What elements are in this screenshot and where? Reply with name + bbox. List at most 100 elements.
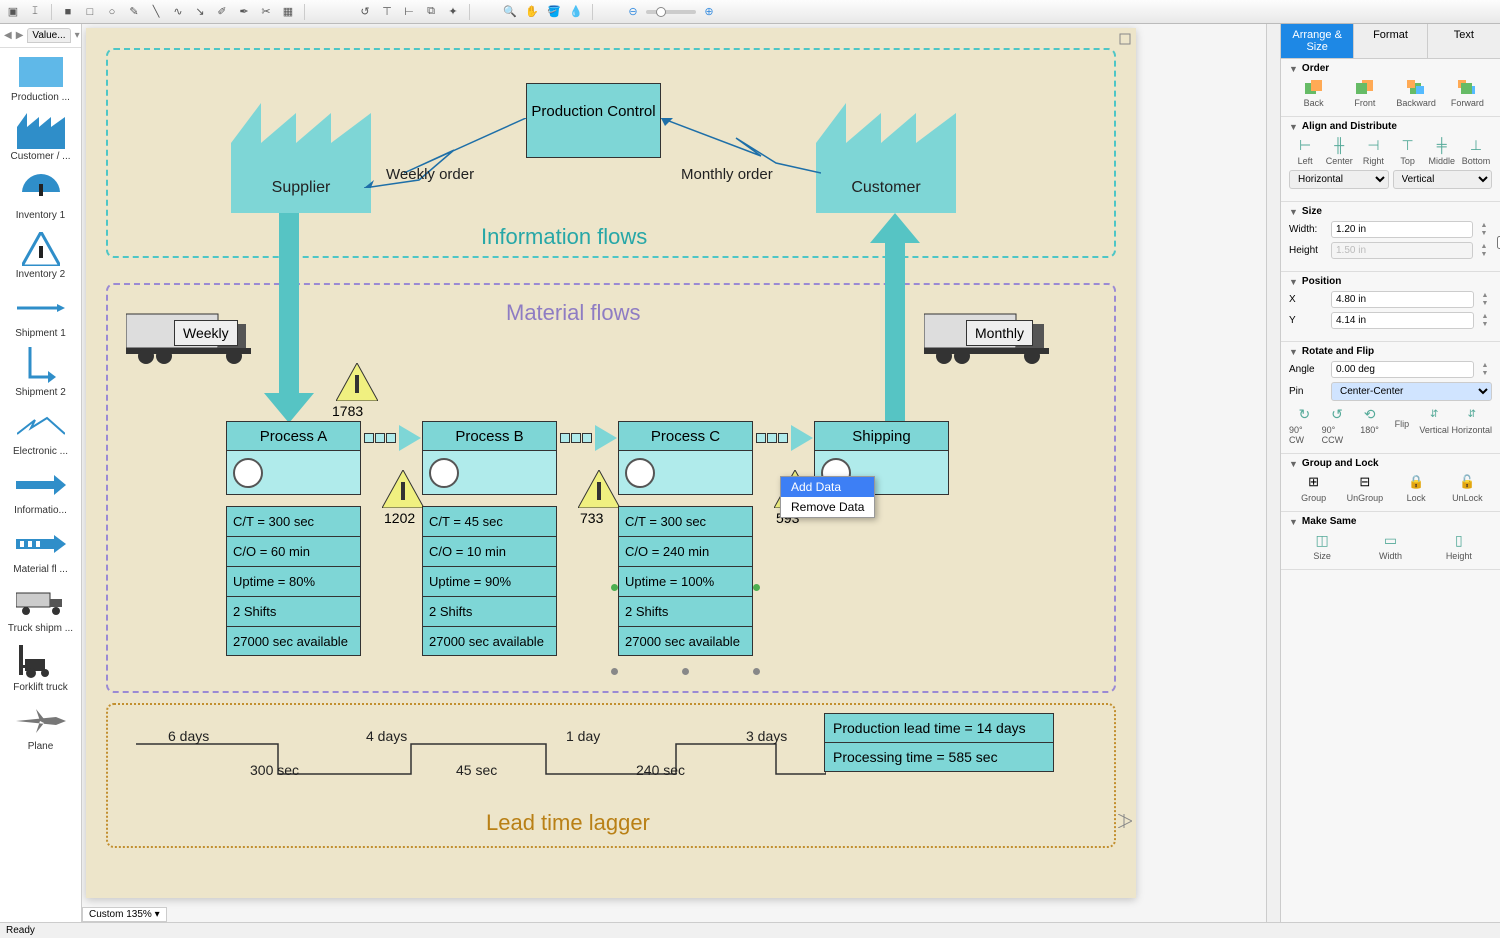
shape-production[interactable]: Production ... <box>4 52 77 103</box>
zoom-slider[interactable] <box>646 10 696 14</box>
btn-center[interactable]: ╫Center <box>1323 136 1355 166</box>
process-b-data[interactable]: C/T = 45 secC/O = 10 minUptime = 90%2 Sh… <box>422 506 557 656</box>
process-process-c[interactable]: Process C <box>618 421 753 495</box>
btn-ungroup[interactable]: ⊟UnGroup <box>1340 473 1389 503</box>
align-left-icon[interactable]: ⊢ <box>400 3 418 21</box>
process-a-data[interactable]: C/T = 300 secC/O = 60 minUptime = 80%2 S… <box>226 506 361 656</box>
tab-arrange[interactable]: Arrange & Size <box>1281 24 1354 58</box>
align-top-icon[interactable]: ⊤ <box>378 3 396 21</box>
highlighter-icon[interactable]: ✐ <box>213 3 231 21</box>
btn-height[interactable]: ▯Height <box>1426 531 1492 561</box>
btn-top[interactable]: ⊤Top <box>1392 136 1424 166</box>
y-input[interactable] <box>1331 312 1474 329</box>
eyedropper-icon[interactable]: 💧 <box>567 3 585 21</box>
canvas-area[interactable]: Information flows Material flows Lead ti… <box>82 24 1266 922</box>
truck-weekly[interactable]: Weekly <box>126 306 256 367</box>
align-horizontal-select[interactable]: Horizontal <box>1289 170 1389 189</box>
menu-remove-data[interactable]: Remove Data <box>781 497 874 517</box>
menu-add-data[interactable]: Add Data <box>781 477 874 497</box>
shape-truck[interactable]: Truck shipm ... <box>4 583 77 634</box>
copy-style-icon[interactable]: ⧉ <box>422 3 440 21</box>
height-input[interactable] <box>1331 242 1473 259</box>
connector-icon[interactable]: ↘ <box>191 3 209 21</box>
shape-inv2[interactable]: Inventory 2 <box>4 229 77 280</box>
production-control-box[interactable]: Production Control <box>526 83 661 158</box>
btn-group[interactable]: ⊞Group <box>1289 473 1338 503</box>
table-icon[interactable]: ▦ <box>279 3 297 21</box>
wand-icon[interactable]: ✦ <box>444 3 462 21</box>
magnifier-icon[interactable]: 🔍 <box>501 3 519 21</box>
tab-format[interactable]: Format <box>1354 24 1427 58</box>
hand-icon[interactable]: ✋ <box>523 3 541 21</box>
rect-icon[interactable]: □ <box>81 3 99 21</box>
tab-text[interactable]: Text <box>1428 24 1500 58</box>
pin-select[interactable]: Center-Center <box>1331 382 1492 401</box>
canvas-side-handle[interactable] <box>1118 814 1132 828</box>
btn-backward[interactable]: Backward <box>1392 78 1441 108</box>
section-align: ▼Align and Distribute ⊢Left╫Center⊣Right… <box>1281 117 1500 202</box>
btn-rot-0[interactable]: ↻90° CW <box>1289 405 1320 445</box>
width-input[interactable] <box>1331 221 1473 238</box>
pen-icon[interactable]: ✒ <box>235 3 253 21</box>
shape-inv1[interactable]: Inventory 1 <box>4 170 77 221</box>
btn-bottom[interactable]: ⊥Bottom <box>1460 136 1492 166</box>
btn-flip-1[interactable]: ⇵Horizontal <box>1452 405 1493 445</box>
fill-icon[interactable]: 🪣 <box>545 3 563 21</box>
text-cursor-icon[interactable]: 𝙸 <box>26 3 44 21</box>
x-input[interactable] <box>1331 291 1474 308</box>
section-group: ▼Group and Lock ⊞Group⊟UnGroup🔒Lock🔓UnLo… <box>1281 454 1500 512</box>
btn-forward[interactable]: Forward <box>1443 78 1492 108</box>
inventory-triangle-1[interactable] <box>382 470 424 511</box>
truck-monthly[interactable]: Monthly <box>924 306 1054 367</box>
process-process-b[interactable]: Process B <box>422 421 557 495</box>
lead-summary[interactable]: Production lead time = 14 days Processin… <box>824 713 1054 772</box>
inventory-triangle-2[interactable] <box>578 470 620 511</box>
btn-rot-1[interactable]: ↺90° CCW <box>1322 405 1353 445</box>
shape-ship2[interactable]: Shipment 2 <box>4 347 77 398</box>
zoom-display[interactable]: Custom 135% ▾ <box>82 907 167 922</box>
btn-unlock[interactable]: 🔓UnLock <box>1443 473 1492 503</box>
expand-icon[interactable]: ▾ <box>75 29 80 43</box>
flow-b-c <box>560 425 617 451</box>
curve-icon[interactable]: ∿ <box>169 3 187 21</box>
forward-icon[interactable]: ▶ <box>16 29 24 43</box>
btn-middle[interactable]: ╪Middle <box>1426 136 1458 166</box>
btn-front[interactable]: Front <box>1340 78 1389 108</box>
back-icon[interactable]: ◀ <box>4 29 12 43</box>
btn-right[interactable]: ⊣Right <box>1357 136 1389 166</box>
edit-icon[interactable]: ✎ <box>125 3 143 21</box>
shape-electronic[interactable]: Electronic ... <box>4 406 77 457</box>
cursor-icon[interactable]: ▣ <box>4 3 22 21</box>
btn-back[interactable]: Back <box>1289 78 1338 108</box>
btn-left[interactable]: ⊢Left <box>1289 136 1321 166</box>
shape-info-arrow[interactable]: Informatio... <box>4 465 77 516</box>
rect-fill-icon[interactable]: ■ <box>59 3 77 21</box>
line-icon[interactable]: ╲ <box>147 3 165 21</box>
shape-plane[interactable]: Plane <box>4 701 77 752</box>
inventory-triangle-0[interactable] <box>336 363 378 404</box>
vertical-scrollbar[interactable] <box>1266 24 1280 922</box>
shape-forklift[interactable]: Forklift truck <box>4 642 77 693</box>
shape-factory[interactable]: Customer / ... <box>4 111 77 162</box>
btn-rot-2[interactable]: ⟲180° <box>1354 405 1385 445</box>
library-tab[interactable]: Value... <box>27 28 70 43</box>
process-process-a[interactable]: Process A <box>226 421 361 495</box>
angle-input[interactable] <box>1331 361 1474 378</box>
diagram-canvas[interactable]: Information flows Material flows Lead ti… <box>86 28 1136 898</box>
process-c-data[interactable]: C/T = 300 secC/O = 240 minUptime = 100%2… <box>618 506 753 656</box>
shape-mat-flow[interactable]: Material fl ... <box>4 524 77 575</box>
rotate-ccw-icon[interactable]: ↺ <box>356 3 374 21</box>
zoom-out-icon[interactable]: ⊖ <box>624 3 642 21</box>
btn-width[interactable]: ▭Width <box>1357 531 1423 561</box>
supplier-shape[interactable]: Supplier <box>231 103 371 213</box>
btn-flip-0[interactable]: ⇵Vertical <box>1419 405 1450 445</box>
btn-lock[interactable]: 🔒Lock <box>1392 473 1441 503</box>
btn-size[interactable]: ◫Size <box>1289 531 1355 561</box>
circle-icon[interactable]: ○ <box>103 3 121 21</box>
zoom-in-icon[interactable]: ⊕ <box>700 3 718 21</box>
canvas-corner-handle[interactable] <box>1118 32 1132 46</box>
cut-tool-icon[interactable]: ✂ <box>257 3 275 21</box>
customer-shape[interactable]: Customer <box>816 103 956 213</box>
align-vertical-select[interactable]: Vertical <box>1393 170 1493 189</box>
shape-ship1[interactable]: Shipment 1 <box>4 288 77 339</box>
